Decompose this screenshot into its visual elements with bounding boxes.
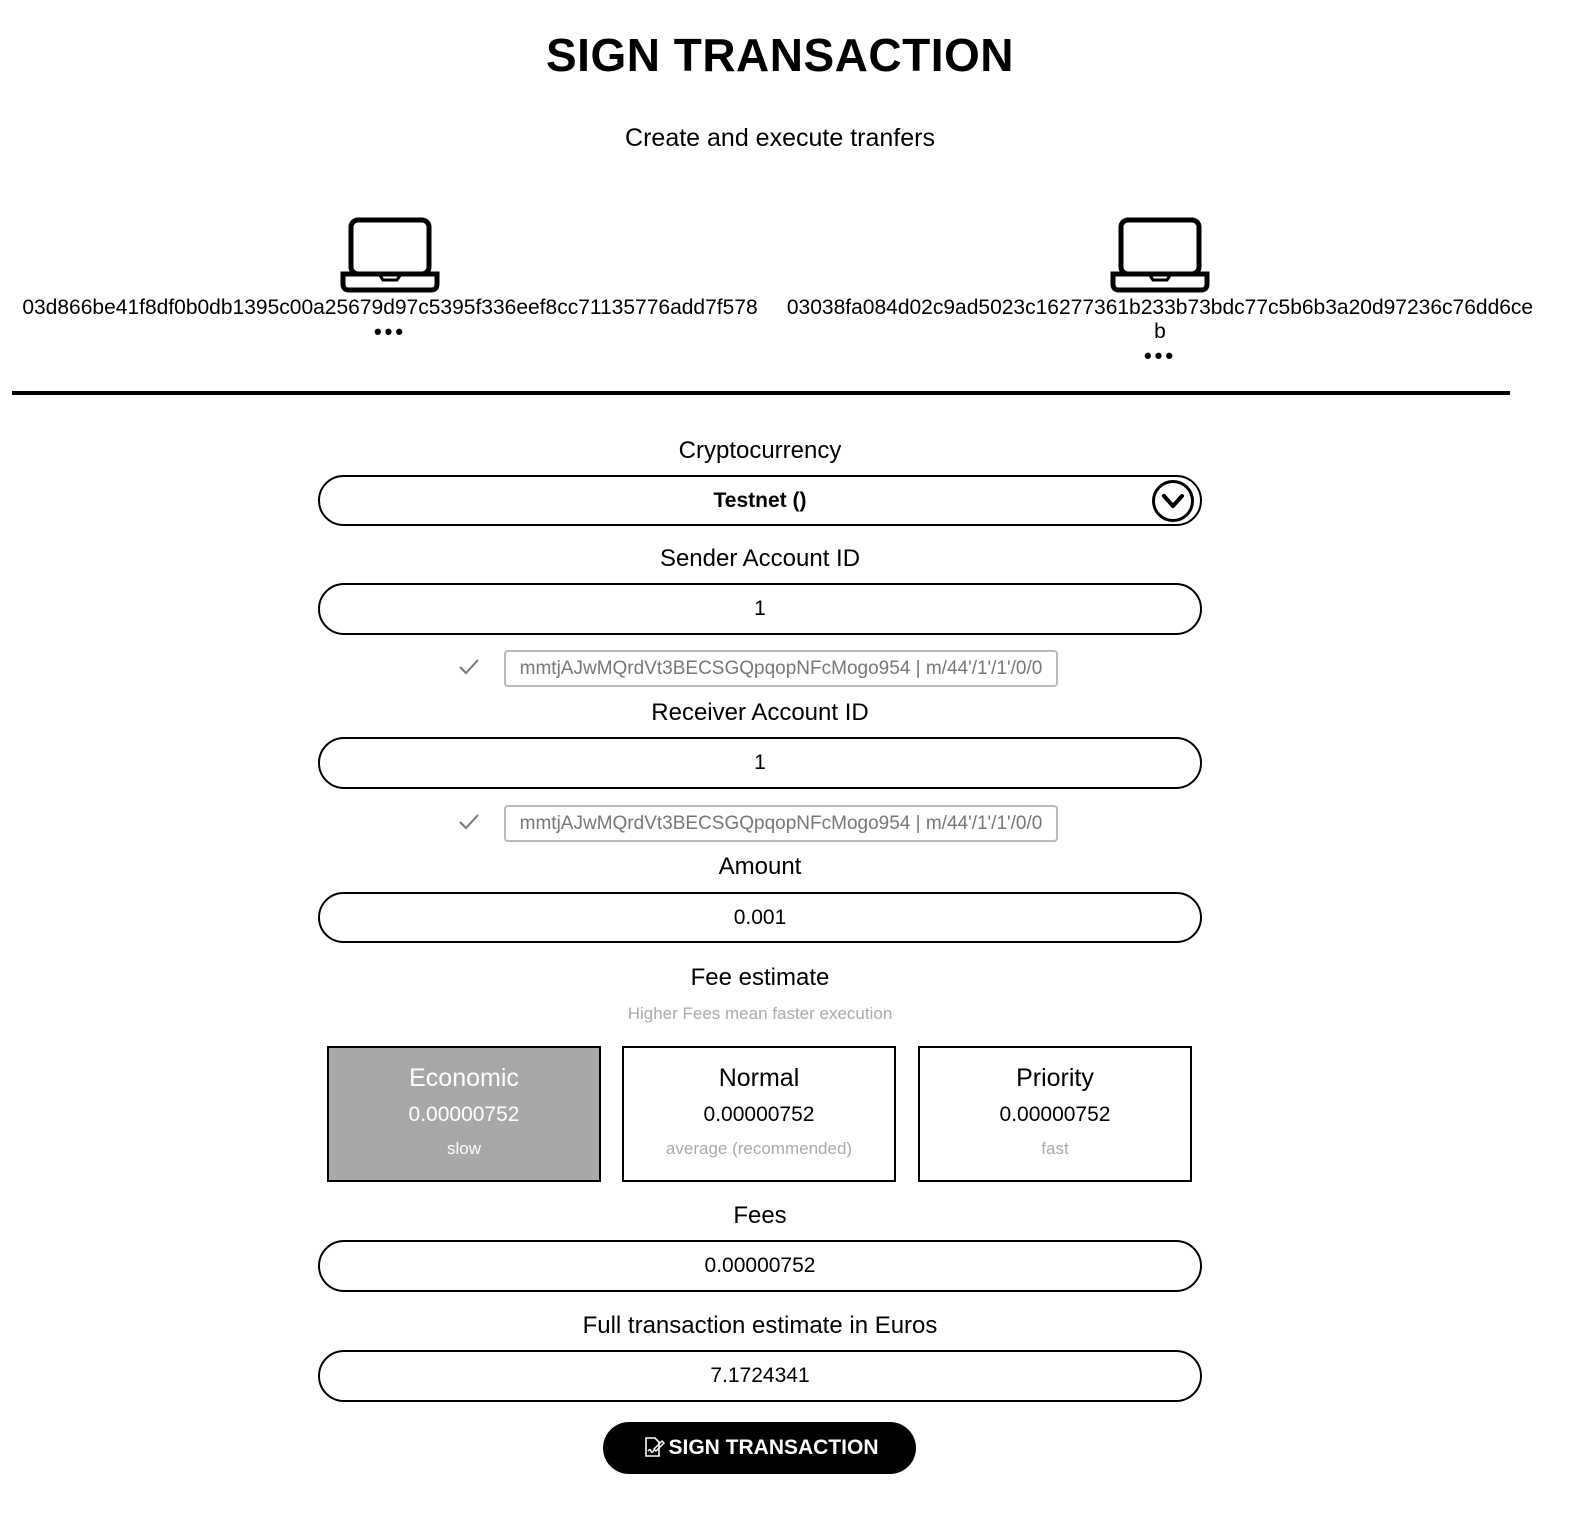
fees-label: Fees: [733, 1202, 787, 1229]
receiver-account-label: Receiver Account ID: [651, 699, 869, 726]
fee-option-economic[interactable]: Economic 0.00000752 slow: [327, 1046, 601, 1182]
cryptocurrency-value: Testnet (): [713, 489, 807, 512]
sender-address-row: mmtjAJwMQrdVt3BECSGQpqopNFcMogo954 | m/4…: [456, 650, 1066, 688]
sender-address-field[interactable]: mmtjAJwMQrdVt3BECSGQpqopNFcMogo954 | m/4…: [504, 650, 1058, 687]
fee-option-speed: fast: [1041, 1139, 1069, 1158]
total-euros-input[interactable]: 7.1724341: [318, 1350, 1202, 1402]
sign-document-icon: [644, 1437, 665, 1457]
laptop-icon: [340, 217, 440, 293]
fee-estimate-hint: Higher Fees mean faster execution: [627, 1004, 893, 1023]
amount-label: Amount: [718, 853, 802, 880]
chevron-down-circle-icon[interactable]: [1152, 480, 1194, 522]
fee-option-name: Economic: [409, 1064, 519, 1092]
amount-input[interactable]: 0.001: [318, 892, 1202, 943]
fee-option-value: 0.00000752: [999, 1103, 1111, 1126]
section-divider: [12, 391, 1510, 395]
receiver-account-input[interactable]: 1: [318, 737, 1202, 789]
sender-account-input[interactable]: 1: [318, 583, 1202, 635]
fee-estimate-label: Fee estimate: [690, 964, 830, 991]
sign-transaction-label: SIGN TRANSACTION: [668, 1436, 879, 1459]
fee-option-normal[interactable]: Normal 0.00000752 average (recommended): [622, 1046, 896, 1182]
page-title: SIGN TRANSACTION: [546, 29, 1014, 81]
cryptocurrency-select[interactable]: Testnet (): [318, 475, 1202, 526]
device-sender: 03d866be41f8df0b0db1395c00a25679d97c5395…: [0, 216, 780, 343]
fee-option-name: Normal: [718, 1064, 800, 1092]
laptop-icon: [1110, 217, 1210, 293]
page-subtitle: Create and execute tranfers: [625, 124, 935, 152]
device-receiver: 03038fa084d02c9ad5023c16277361b233b73bdc…: [770, 216, 1550, 367]
total-euros-label: Full transaction estimate in Euros: [582, 1312, 938, 1339]
fee-option-name: Priority: [1016, 1064, 1094, 1092]
cryptocurrency-label: Cryptocurrency: [678, 437, 842, 464]
fee-option-value: 0.00000752: [408, 1103, 520, 1126]
sign-transaction-button[interactable]: SIGN TRANSACTION: [603, 1422, 916, 1474]
receiver-address-field[interactable]: mmtjAJwMQrdVt3BECSGQpqopNFcMogo954 | m/4…: [504, 805, 1058, 842]
receiver-address-row: mmtjAJwMQrdVt3BECSGQpqopNFcMogo954 | m/4…: [456, 805, 1066, 843]
more-menu-icon[interactable]: •••: [0, 321, 780, 343]
sender-account-label: Sender Account ID: [659, 545, 861, 572]
check-icon: [459, 659, 479, 675]
fee-option-speed: slow: [446, 1139, 481, 1158]
fee-option-value: 0.00000752: [703, 1103, 815, 1126]
device-pubkey: 03d866be41f8df0b0db1395c00a25679d97c5395…: [22, 296, 758, 319]
fee-option-speed: average (recommended): [665, 1139, 853, 1158]
check-icon: [459, 814, 479, 830]
fees-input[interactable]: 0.00000752: [318, 1240, 1202, 1292]
more-menu-icon[interactable]: •••: [770, 345, 1550, 367]
device-pubkey: 03038fa084d02c9ad5023c16277361b233b73bdc…: [786, 296, 1534, 343]
fee-option-priority[interactable]: Priority 0.00000752 fast: [918, 1046, 1192, 1182]
